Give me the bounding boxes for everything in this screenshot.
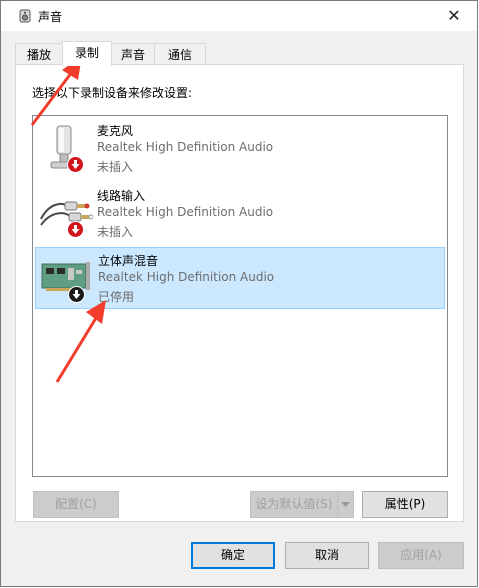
tab-sounds[interactable]: 声音 xyxy=(111,43,155,65)
device-description: Realtek High Definition Audio xyxy=(97,205,274,219)
device-item-stereo-mix[interactable]: 立体声混音 Realtek High Definition Audio 已停用 xyxy=(35,247,445,309)
device-status: 已停用 xyxy=(98,290,135,304)
configure-button[interactable]: 配置(C) xyxy=(33,491,119,518)
properties-button[interactable]: 属性(P) xyxy=(362,491,448,518)
device-description: Realtek High Definition Audio xyxy=(98,270,275,284)
device-name: 立体声混音 xyxy=(98,254,159,268)
device-name: 线路输入 xyxy=(97,189,146,203)
speaker-icon xyxy=(19,9,31,23)
device-item-microphone[interactable]: 麦克风 Realtek High Definition Audio 未插入 xyxy=(35,118,445,180)
device-description: Realtek High Definition Audio xyxy=(97,140,274,154)
tab-playback[interactable]: 播放 xyxy=(15,43,63,65)
close-icon: ✕ xyxy=(447,6,461,25)
device-status: 未插入 xyxy=(97,225,134,239)
device-item-line-in[interactable]: 线路输入 Realtek High Definition Audio 未插入 xyxy=(35,183,445,245)
ok-button[interactable]: 确定 xyxy=(191,542,275,569)
unplugged-badge-icon xyxy=(67,221,84,238)
device-name: 麦克风 xyxy=(97,124,134,138)
set-default-dropdown[interactable] xyxy=(337,491,354,518)
unplugged-badge-icon xyxy=(67,156,84,173)
microphone-icon xyxy=(50,125,78,169)
close-button[interactable]: ✕ xyxy=(431,1,477,31)
sound-card-icon xyxy=(41,262,90,291)
recording-panel: 选择以下录制设备来修改设置: 麦克风 Realtek High Definiti… xyxy=(15,64,464,522)
cancel-button[interactable]: 取消 xyxy=(285,542,369,569)
tab-recording[interactable]: 录制 xyxy=(62,41,112,66)
sound-dialog: 声音 ✕ 播放 录制 声音 通信 选择以下录制设备来修改设置: 麦克风 Real… xyxy=(0,0,478,587)
line-in-cable-icon xyxy=(40,201,93,226)
disabled-badge-icon xyxy=(68,286,85,303)
window-title: 声音 xyxy=(38,10,63,24)
device-status: 未插入 xyxy=(97,160,134,174)
apply-button[interactable]: 应用(A) xyxy=(378,542,464,569)
set-default-button[interactable]: 设为默认值(S) xyxy=(250,491,338,518)
chevron-down-icon xyxy=(341,502,350,507)
instructions-text: 选择以下录制设备来修改设置: xyxy=(32,86,193,100)
tab-communications[interactable]: 通信 xyxy=(154,43,206,65)
title-bar: 声音 ✕ xyxy=(1,1,477,31)
device-list[interactable]: 麦克风 Realtek High Definition Audio 未插入 线路… xyxy=(32,115,448,477)
